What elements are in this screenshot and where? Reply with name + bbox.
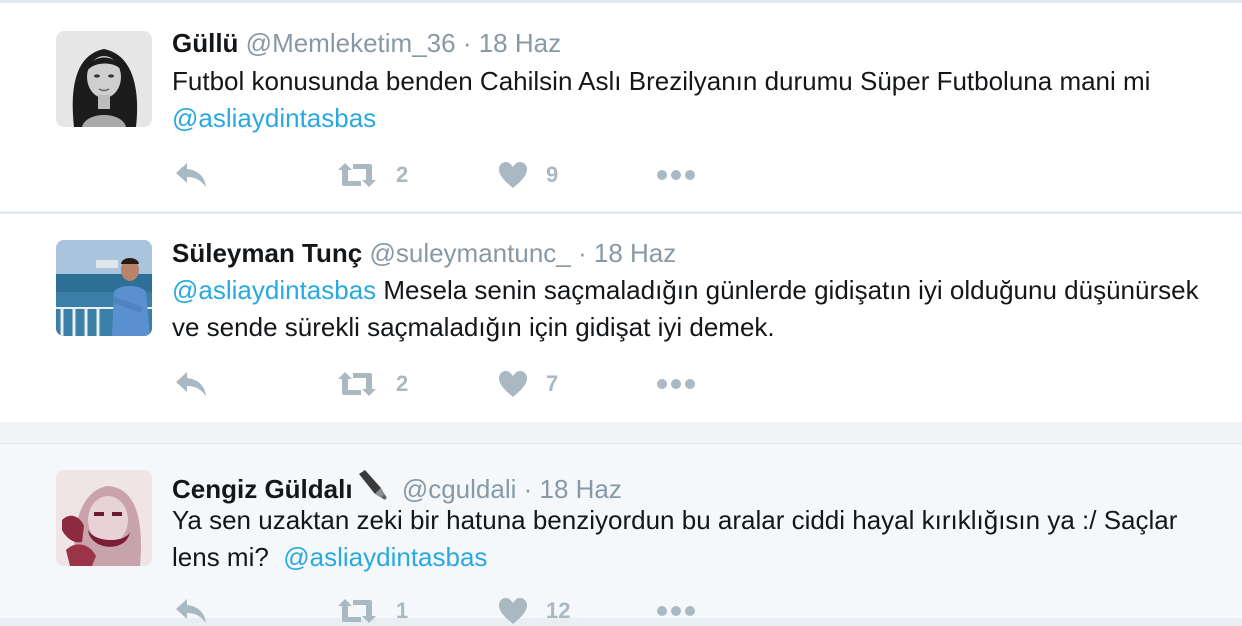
more-button[interactable] [656,160,696,190]
retweet-button[interactable]: 2 [336,369,408,399]
avatar[interactable] [56,240,152,336]
like-icon [499,371,527,397]
timeline-divider [0,422,1242,444]
more-icon [657,379,695,389]
user-handle[interactable]: @suleymantunc_ [369,238,570,268]
tweet-text: Ya sen uzaktan zeki bir hatuna benziyord… [172,502,1212,576]
reply-icon [176,372,206,396]
mention-link[interactable]: @asliaydintasbas [172,275,376,305]
more-button[interactable] [656,596,696,626]
tweet[interactable]: Cengiz Güldalı @cguldali · 18 Haz Ya sen… [0,444,1242,624]
separator-dot: · [523,474,533,504]
like-count: 7 [546,371,559,396]
tweet-date[interactable]: 18 Haz [479,28,561,58]
user-handle[interactable]: @cguldali [402,474,517,504]
tweet-text: @asliaydintasbas Mesela senin saçmaladığ… [172,272,1212,346]
retweet-icon [338,163,376,187]
user-name[interactable]: Süleyman Tunç [172,238,362,268]
more-button[interactable] [656,369,696,399]
tweet[interactable]: Güllü @Memleketim_36 · 18 Haz Futbol kon… [0,0,1242,211]
tweet-date[interactable]: 18 Haz [540,474,622,504]
tweet-header: Cengiz Güldalı @cguldali · 18 Haz [172,468,622,504]
tweet-text: Futbol konusunda benden Cahilsin Aslı Br… [172,63,1212,137]
retweet-icon [338,372,376,396]
like-count: 9 [546,162,559,187]
avatar[interactable] [56,31,152,127]
like-count: 12 [546,598,571,623]
user-name[interactable]: Cengiz Güldalı [172,474,353,504]
separator-dot: · [577,238,587,268]
user-name[interactable]: Güllü [172,28,238,58]
mention-link[interactable]: @asliaydintasbas [283,542,487,572]
tweet-header: Güllü @Memleketim_36 · 18 Haz [172,28,561,58]
reply-icon [176,599,206,623]
tweet[interactable]: Süleyman Tunç @suleymantunc_ · 18 Haz @a… [0,212,1242,422]
mention-link[interactable]: @asliaydintasbas [172,103,376,133]
more-icon [657,606,695,616]
like-button[interactable]: 9 [498,160,558,190]
more-icon [657,170,695,180]
like-icon [499,162,527,188]
tweet-header: Süleyman Tunç @suleymantunc_ · 18 Haz [172,238,676,268]
separator-dot: · [462,28,472,58]
tweet-date[interactable]: 18 Haz [594,238,676,268]
fountain-pen-icon [358,470,387,500]
retweet-button[interactable]: 2 [336,160,408,190]
like-button[interactable]: 7 [498,369,558,399]
tweet-text-body: Futbol konusunda benden Cahilsin Aslı Br… [172,66,1151,96]
like-icon [499,598,527,624]
reply-icon [176,163,206,187]
reply-button[interactable] [174,160,208,190]
reply-button[interactable] [174,369,208,399]
retweet-count: 2 [396,162,409,187]
retweet-count: 1 [396,598,409,623]
avatar[interactable] [56,470,152,566]
user-handle[interactable]: @Memleketim_36 [246,28,456,58]
reply-button[interactable] [174,596,208,626]
retweet-icon [338,599,376,623]
retweet-button[interactable]: 1 [336,596,408,626]
like-button[interactable]: 12 [498,596,570,626]
retweet-count: 2 [396,371,409,396]
